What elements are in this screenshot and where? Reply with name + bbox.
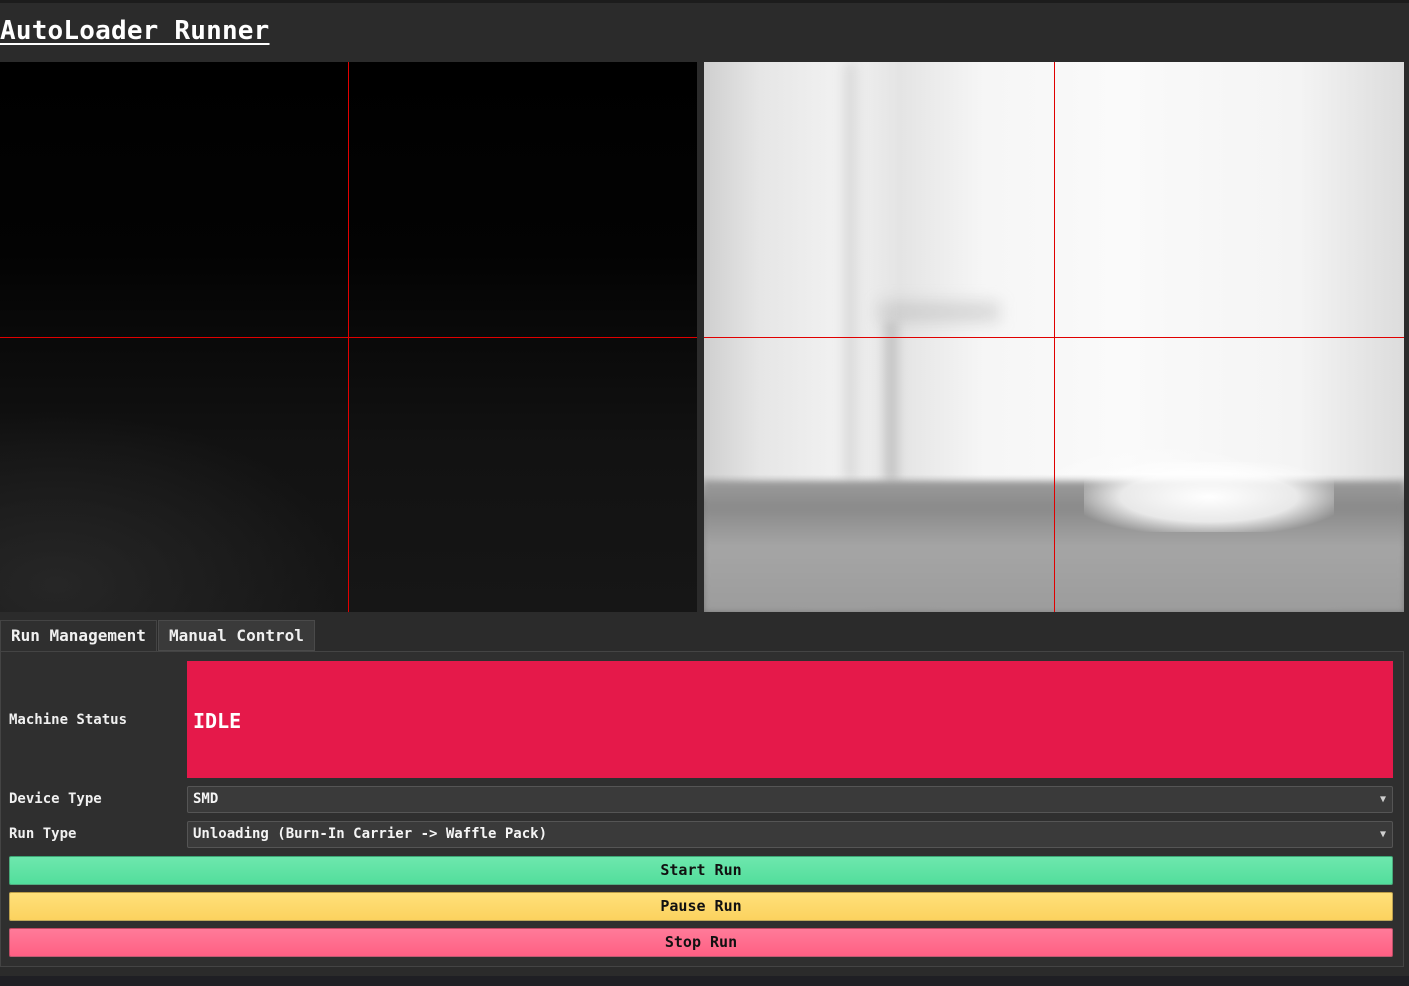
left-camera-feed (0, 62, 697, 612)
chevron-down-icon: ▼ (1379, 794, 1386, 805)
camera-image-detail (879, 302, 999, 322)
tab-run-management[interactable]: Run Management (0, 620, 157, 651)
chevron-down-icon: ▼ (1379, 829, 1386, 840)
window-top-border (0, 0, 1409, 3)
stop-run-button[interactable]: Stop Run (9, 928, 1393, 957)
device-type-value: SMD (193, 791, 219, 807)
window-bottom-border (0, 976, 1409, 986)
camera-image-detail (884, 322, 898, 482)
right-camera-feed (704, 62, 1404, 612)
device-type-label: Device Type (9, 791, 102, 807)
run-type-label: Run Type (9, 826, 77, 842)
pause-run-button[interactable]: Pause Run (9, 892, 1393, 921)
device-type-select[interactable]: SMD ▼ (187, 786, 1393, 813)
camera-image-detail (844, 62, 856, 482)
start-run-button[interactable]: Start Run (9, 856, 1393, 885)
machine-status-label: Machine Status (9, 712, 128, 728)
run-type-value: Unloading (Burn-In Carrier -> Waffle Pac… (193, 826, 548, 842)
camera-image-detail (1084, 462, 1334, 532)
tab-bar: Run Management Manual Control (0, 620, 1409, 652)
crosshair-horizontal (704, 337, 1404, 338)
machine-status-indicator: IDLE (187, 661, 1393, 778)
tab-manual-control[interactable]: Manual Control (158, 620, 315, 651)
app-title: AutoLoader Runner (0, 16, 270, 46)
crosshair-horizontal (0, 337, 697, 338)
run-type-select[interactable]: Unloading (Burn-In Carrier -> Waffle Pac… (187, 821, 1393, 848)
machine-status-value: IDLE (193, 709, 242, 733)
